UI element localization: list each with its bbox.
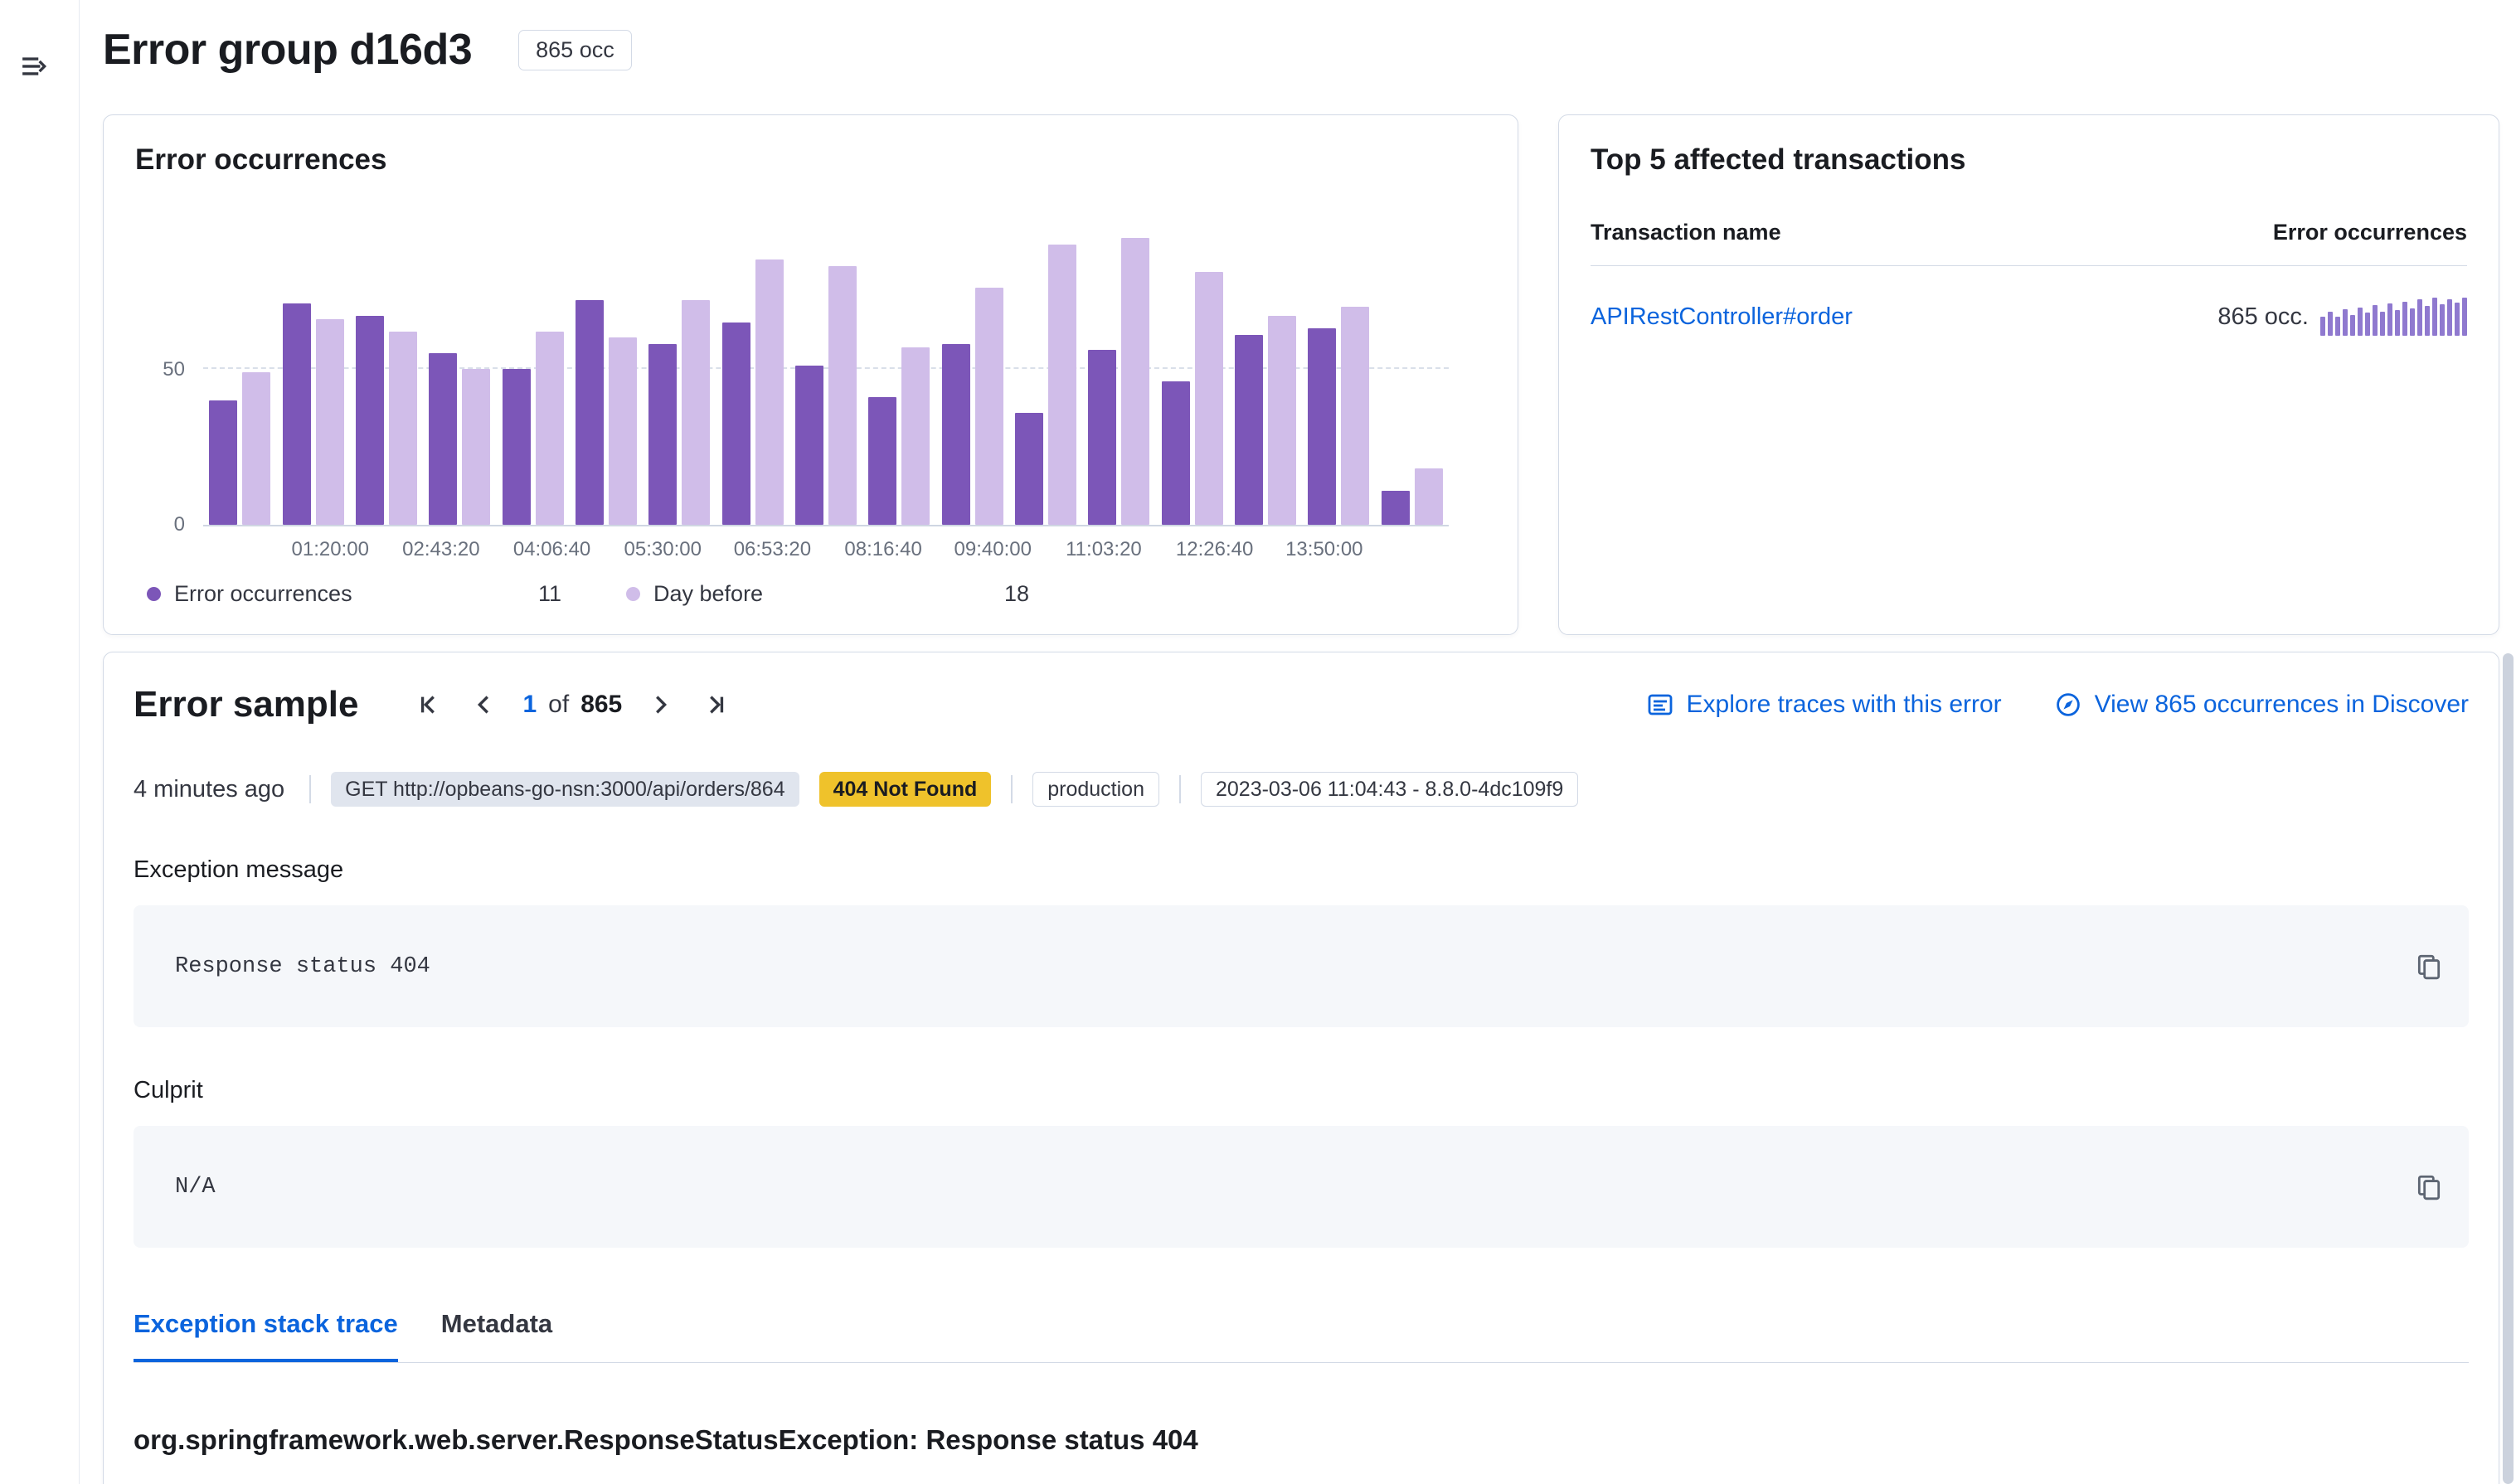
error-sample-panel: Error sample 1 of <box>103 652 2499 1484</box>
pagination-of-label: of <box>548 691 569 719</box>
copy-icon[interactable] <box>2411 1169 2447 1205</box>
legend-value: 11 <box>538 581 561 607</box>
sample-actions: Explore traces with this error View 865 … <box>1647 691 2469 719</box>
menu-right-icon <box>21 52 49 80</box>
legend-label: Day before <box>653 581 763 607</box>
tab-metadata[interactable]: Metadata <box>441 1309 552 1362</box>
chart-legend: Error occurrences 11 Day before 18 <box>135 581 1486 607</box>
exception-message-value: Response status 404 <box>175 954 430 979</box>
tab-exception-stack-trace[interactable]: Exception stack trace <box>134 1309 398 1362</box>
legend-dot-day-before <box>626 587 640 601</box>
error-occurrences-chart: 50 0 01:20:0002:43:2004:06:4005:30:0006:… <box>135 213 1486 526</box>
request-url-badge: GET http://opbeans-go-nsn:3000/api/order… <box>331 772 799 807</box>
explore-traces-label: Explore traces with this error <box>1687 691 2002 719</box>
column-error-occurrences: Error occurrences <box>2273 220 2467 245</box>
top-transactions-panel: Top 5 affected transactions Transaction … <box>1558 114 2499 635</box>
separator <box>309 775 311 803</box>
legend-item-error-occurrences[interactable]: Error occurrences 11 <box>147 581 561 607</box>
x-axis-labels: 01:20:0002:43:2004:06:4005:30:0006:53:20… <box>203 538 1449 568</box>
page-header: Error group d16d3 865 occ <box>103 25 2499 75</box>
first-page-button[interactable] <box>413 688 446 721</box>
y-tick-50: 50 <box>163 358 185 381</box>
legend-item-day-before[interactable]: Day before 18 <box>626 581 1029 607</box>
sample-tabs: Exception stack trace Metadata <box>134 1309 2469 1363</box>
explore-traces-link[interactable]: Explore traces with this error <box>1647 691 2002 719</box>
culprit-value: N/A <box>175 1175 216 1200</box>
occurrences-count-badge: 865 occ <box>518 30 632 70</box>
legend-dot-current <box>147 587 161 601</box>
environment-badge: production <box>1032 772 1159 807</box>
last-page-button[interactable] <box>698 688 731 721</box>
top-panels-row: Error occurrences 50 0 01:20:0002:43:200… <box>103 114 2499 635</box>
time-ago-label: 4 minutes ago <box>134 776 284 803</box>
separator <box>1179 775 1181 803</box>
current-page[interactable]: 1 <box>522 691 537 719</box>
transaction-occurrence-count: 865 occ. <box>2217 303 2309 331</box>
discover-icon <box>2055 691 2081 718</box>
view-discover-link[interactable]: View 865 occurrences in Discover <box>2055 691 2469 719</box>
transaction-link[interactable]: APIRestController#order <box>1591 303 1853 331</box>
legend-value: 18 <box>1004 581 1029 607</box>
sample-meta-row: 4 minutes ago GET http://opbeans-go-nsn:… <box>134 772 2469 807</box>
next-page-button[interactable] <box>644 688 677 721</box>
timestamp-version-badge: 2023-03-06 11:04:43 - 8.8.0-4dc109f9 <box>1201 772 1578 807</box>
app-root: Error group d16d3 865 occ Error occurren… <box>0 0 2516 1484</box>
page-title: Error group d16d3 <box>103 25 472 75</box>
y-tick-0: 0 <box>174 513 185 536</box>
pagination-status: 1 of 865 <box>522 691 622 719</box>
exception-message-label: Exception message <box>134 856 2469 884</box>
exception-heading: org.springframework.web.server.ResponseS… <box>134 1424 2469 1456</box>
total-pages: 865 <box>580 691 622 719</box>
collapsed-sidebar <box>0 0 80 1484</box>
http-status-badge: 404 Not Found <box>819 772 992 807</box>
error-sample-header: Error sample 1 of <box>134 684 2469 725</box>
legend-label: Error occurrences <box>174 581 352 607</box>
chart-plot[interactable] <box>203 213 1449 526</box>
transaction-occurrences-cell: 865 occ. <box>2217 298 2467 336</box>
chart-panel-title: Error occurrences <box>135 143 1486 177</box>
exception-message-block: Response status 404 <box>134 905 2469 1027</box>
culprit-block: N/A <box>134 1126 2469 1248</box>
sample-pagination: 1 of 865 <box>413 688 731 721</box>
view-discover-label: View 865 occurrences in Discover <box>2095 691 2469 719</box>
table-row: APIRestController#order 865 occ. <box>1591 266 2467 336</box>
vertical-scrollbar[interactable] <box>2503 653 2514 1484</box>
separator <box>1011 775 1013 803</box>
main-content: Error group d16d3 865 occ Error occurren… <box>80 0 2516 1484</box>
transactions-table-header: Transaction name Error occurrences <box>1591 220 2467 266</box>
trace-icon <box>1647 691 1673 718</box>
culprit-label: Culprit <box>134 1077 2469 1104</box>
copy-icon[interactable] <box>2411 948 2447 985</box>
chart-y-axis: 50 0 <box>135 213 203 526</box>
previous-page-button[interactable] <box>468 688 501 721</box>
column-transaction-name: Transaction name <box>1591 220 1781 245</box>
transaction-sparkline <box>2320 298 2467 336</box>
error-sample-title: Error sample <box>134 684 358 725</box>
error-occurrences-panel: Error occurrences 50 0 01:20:0002:43:200… <box>103 114 1518 635</box>
transactions-panel-title: Top 5 affected transactions <box>1591 143 2467 177</box>
expand-sidebar-button[interactable] <box>12 43 58 90</box>
